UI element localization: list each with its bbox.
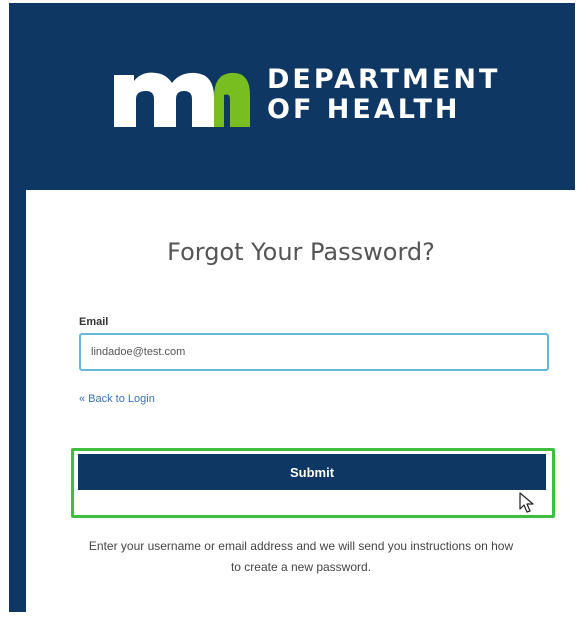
mouse-pointer-icon: [519, 492, 534, 513]
back-to-login-link[interactable]: « Back to Login: [79, 393, 155, 405]
dept-line-1: DEPARTMENT: [267, 64, 501, 95]
forgot-password-card: Forgot Your Password? Email « Back to Lo…: [26, 190, 576, 612]
email-field[interactable]: [79, 333, 549, 371]
mn-logo-icon: [114, 72, 250, 127]
email-label: Email: [79, 316, 109, 328]
department-name: DEPARTMENT OF HEALTH: [267, 65, 500, 125]
page-frame: DEPARTMENT OF HEALTH Forgot Your Passwor…: [9, 3, 576, 612]
dept-line-2: OF HEALTH: [267, 94, 461, 125]
page-title: Forgot Your Password?: [167, 238, 435, 266]
instructions-text: Enter your username or email address and…: [88, 539, 514, 574]
header-banner: DEPARTMENT OF HEALTH: [9, 3, 575, 187]
submit-button[interactable]: Submit: [78, 454, 546, 490]
